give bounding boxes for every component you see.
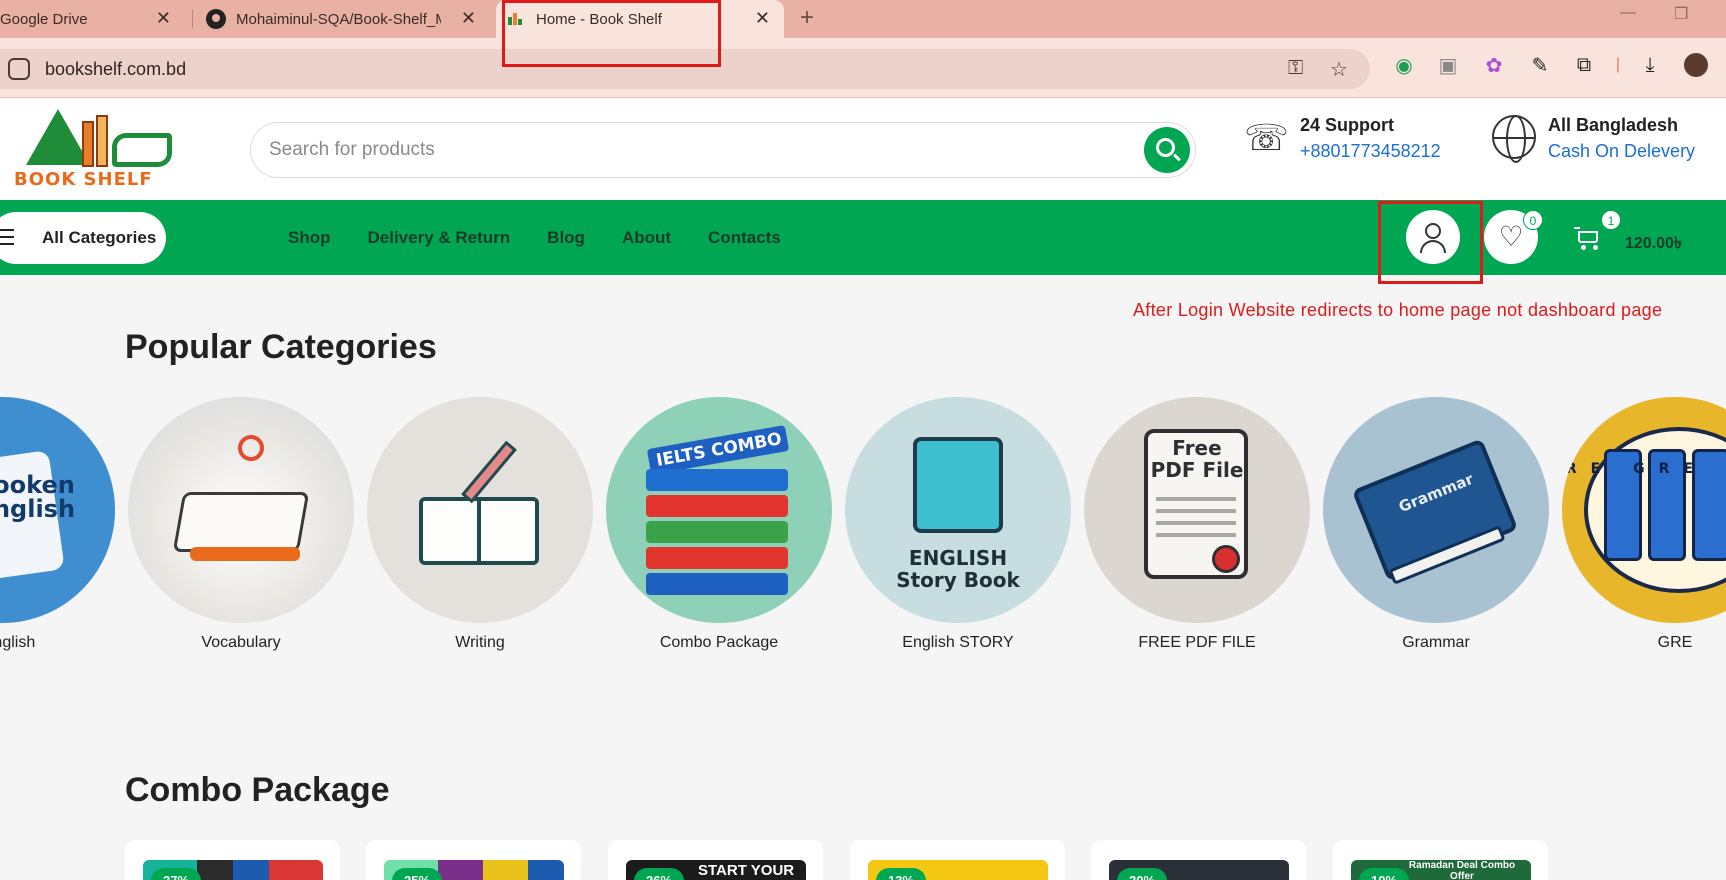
url-text: bookshelf.com.bd	[45, 58, 187, 79]
close-tab-icon[interactable]: ✕	[461, 9, 476, 27]
popular-categories-title: Popular Categories	[125, 328, 437, 366]
product-card[interactable]: 20%	[1091, 840, 1306, 880]
category-writing[interactable]: Writing	[367, 397, 593, 667]
grammarly-extension-icon[interactable]: ◉	[1392, 53, 1416, 77]
cart-icon[interactable]	[1574, 225, 1604, 251]
support-phone-link[interactable]: +8801773458212	[1300, 141, 1441, 162]
minimize-icon[interactable]: —	[1620, 4, 1636, 22]
delivery-title: All Bangladesh	[1548, 115, 1679, 135]
category-combo-package[interactable]: IELTS COMBO Combo Package	[606, 397, 832, 667]
search-bar[interactable]: Search for products	[250, 122, 1196, 178]
category-name: English STORY	[902, 634, 1014, 651]
browser-tab-bar: Google Drive ✕ Mohaiminul-SQA/Book-Shelf…	[0, 0, 1726, 38]
product-card[interactable]: START YOUR 26%	[608, 840, 823, 880]
category-vocabulary[interactable]: Vocabulary	[128, 397, 354, 667]
profile-avatar[interactable]	[1684, 53, 1708, 77]
discount-badge: 27%	[151, 868, 201, 880]
search-button[interactable]	[1144, 127, 1190, 173]
product-card[interactable]: 13%	[850, 840, 1065, 880]
category-art-text: IELTS COMBO	[654, 429, 784, 471]
nav-shop[interactable]: Shop	[288, 228, 331, 248]
site-header: BOOK SHELF Search for products ☏ 24 Supp…	[0, 99, 1726, 200]
category-name: FREE PDF FILE	[1138, 634, 1256, 651]
delivery-subtitle[interactable]: Cash On Delevery	[1548, 141, 1695, 162]
category-grammar[interactable]: Grammar Grammar	[1323, 397, 1549, 667]
annotation-box-account	[1378, 201, 1483, 284]
category-english[interactable]: ooken nglish English	[0, 397, 115, 667]
bookshelf-logo[interactable]: BOOK SHELF	[12, 107, 172, 191]
extensions-puzzle-icon[interactable]: ⧉	[1572, 53, 1596, 77]
combo-package-title: Combo Package	[125, 771, 390, 809]
nav-about[interactable]: About	[622, 228, 671, 248]
new-tab-button[interactable]: +	[800, 4, 814, 32]
all-categories-label: All Categories	[42, 228, 157, 247]
downloads-icon[interactable]: ⤓	[1638, 53, 1662, 77]
support-title: 24 Support	[1300, 115, 1395, 135]
thumb-text: Ramadan Deal Combo Offer	[1408, 860, 1516, 880]
nav-blog[interactable]: Blog	[547, 228, 585, 248]
camera-extension-icon[interactable]: ▣	[1436, 53, 1460, 77]
category-name: Grammar	[1402, 634, 1470, 651]
close-tab-icon[interactable]: ✕	[156, 9, 171, 27]
eyedropper-extension-icon[interactable]: ✎	[1528, 53, 1552, 77]
nav-delivery-return[interactable]: Delivery & Return	[368, 228, 511, 248]
hamburger-menu-icon	[0, 229, 14, 250]
category-name: Writing	[455, 634, 505, 651]
cart-count-badge: 1	[1601, 210, 1621, 230]
category-art-text: GRE GRE GRE	[1562, 461, 1726, 477]
toolbar-divider: |	[1615, 56, 1621, 73]
product-card[interactable]: 27%	[125, 840, 340, 880]
restore-icon[interactable]: ❐	[1674, 4, 1688, 24]
close-tab-icon[interactable]: ✕	[755, 9, 770, 27]
thumb-text: START YOUR	[698, 862, 795, 879]
tab-title: Mohaiminul-SQA/Book-Shelf_M	[236, 10, 441, 28]
brain-extension-icon[interactable]: ✿	[1482, 53, 1506, 77]
globe-icon	[1492, 115, 1538, 163]
category-name: English	[0, 634, 36, 651]
discount-badge: 20%	[1117, 868, 1167, 880]
search-icon	[1156, 138, 1175, 157]
product-card[interactable]: Ramadan Deal Combo Offer 10%	[1333, 840, 1548, 880]
category-art-text: ENGLISH Story Book	[896, 546, 1020, 592]
password-key-icon[interactable]: ⚿	[1288, 57, 1303, 80]
discount-badge: 26%	[634, 868, 684, 880]
nav-contacts[interactable]: Contacts	[708, 228, 781, 248]
tab-github[interactable]: Mohaiminul-SQA/Book-Shelf_M ✕	[200, 0, 490, 38]
logo-text: BOOK SHELF	[14, 169, 153, 190]
category-english-story[interactable]: ENGLISH Story Book English STORY	[845, 397, 1071, 667]
category-art-text: Free PDF File	[1150, 436, 1244, 482]
annotation-box-tab	[502, 0, 721, 67]
category-art-text: ooken nglish	[0, 471, 76, 523]
tab-title: Google Drive	[0, 10, 88, 28]
category-name: GRE	[1657, 634, 1693, 651]
annotation-note: After Login Website redirects to home pa…	[1133, 300, 1663, 320]
product-card[interactable]: 25%	[366, 840, 581, 880]
search-input[interactable]: Search for products	[269, 139, 435, 161]
site-settings-icon[interactable]	[8, 58, 30, 80]
tab-google-drive[interactable]: Google Drive ✕	[0, 0, 185, 38]
discount-badge: 25%	[392, 868, 442, 880]
category-name: Vocabulary	[201, 634, 281, 651]
cart-total[interactable]: 120.00৳	[1625, 230, 1682, 257]
category-free-pdf-file[interactable]: Free PDF File FREE PDF FILE	[1084, 397, 1310, 667]
discount-badge: 10%	[1359, 868, 1409, 880]
github-icon	[206, 9, 226, 29]
phone-support-icon: ☏	[1244, 117, 1290, 158]
category-gre[interactable]: GRE GRE GRE GRE	[1562, 397, 1726, 667]
bookmark-star-icon[interactable]: ☆	[1330, 57, 1348, 82]
wishlist-count-badge: 0	[1523, 210, 1543, 230]
browser-toolbar: bookshelf.com.bd ⚿ ☆ ◉ ▣ ✿ ✎ ⧉ | ⤓	[0, 38, 1726, 98]
category-name: Combo Package	[659, 634, 779, 651]
discount-badge: 13%	[876, 868, 926, 880]
all-categories-button[interactable]: All Categories	[0, 212, 166, 264]
